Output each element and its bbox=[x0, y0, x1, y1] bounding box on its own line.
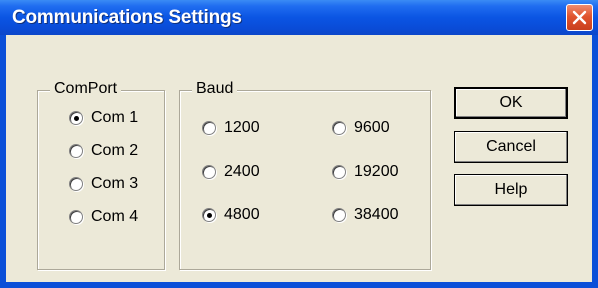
radio-button[interactable] bbox=[69, 144, 83, 158]
dialog-window: Communications Settings ComPort Com 1 Co… bbox=[0, 0, 598, 288]
radio-button[interactable] bbox=[202, 165, 216, 179]
radio-button[interactable] bbox=[332, 121, 346, 135]
radio-button[interactable] bbox=[202, 208, 216, 222]
radio-label: 9600 bbox=[354, 119, 390, 136]
radio-label: 38400 bbox=[354, 206, 399, 223]
radio-label: 19200 bbox=[354, 163, 399, 180]
window-title: Communications Settings bbox=[12, 7, 242, 28]
dialog-client-area: ComPort Com 1 Com 2 Com 3 Com 4 Baud 120… bbox=[6, 35, 592, 282]
radio-label: Com 4 bbox=[91, 208, 139, 225]
radio-button[interactable] bbox=[69, 210, 83, 224]
title-bar[interactable]: Communications Settings bbox=[0, 0, 598, 35]
comport-group-title: ComPort bbox=[50, 80, 122, 98]
cancel-button[interactable]: Cancel bbox=[454, 131, 568, 163]
comport-groupbox: ComPort Com 1 Com 2 Com 3 Com 4 bbox=[37, 80, 165, 270]
radio-label: Com 3 bbox=[91, 175, 139, 192]
close-button[interactable] bbox=[566, 4, 593, 31]
radio-label: Com 2 bbox=[91, 142, 139, 159]
radio-label: 4800 bbox=[224, 206, 260, 223]
baud-groupbox: Baud 1200 9600 2400 19200 4800 38400 bbox=[179, 80, 431, 270]
radio-button[interactable] bbox=[69, 111, 83, 125]
radio-button[interactable] bbox=[202, 121, 216, 135]
radio-label: Com 1 bbox=[91, 109, 139, 126]
radio-button[interactable] bbox=[69, 177, 83, 191]
help-button[interactable]: Help bbox=[454, 174, 568, 206]
baud-group-title: Baud bbox=[192, 80, 238, 98]
close-icon bbox=[572, 10, 587, 25]
radio-button[interactable] bbox=[332, 165, 346, 179]
radio-label: 2400 bbox=[224, 163, 260, 180]
radio-button[interactable] bbox=[332, 208, 346, 222]
ok-button[interactable]: OK bbox=[454, 87, 568, 119]
radio-label: 1200 bbox=[224, 119, 260, 136]
